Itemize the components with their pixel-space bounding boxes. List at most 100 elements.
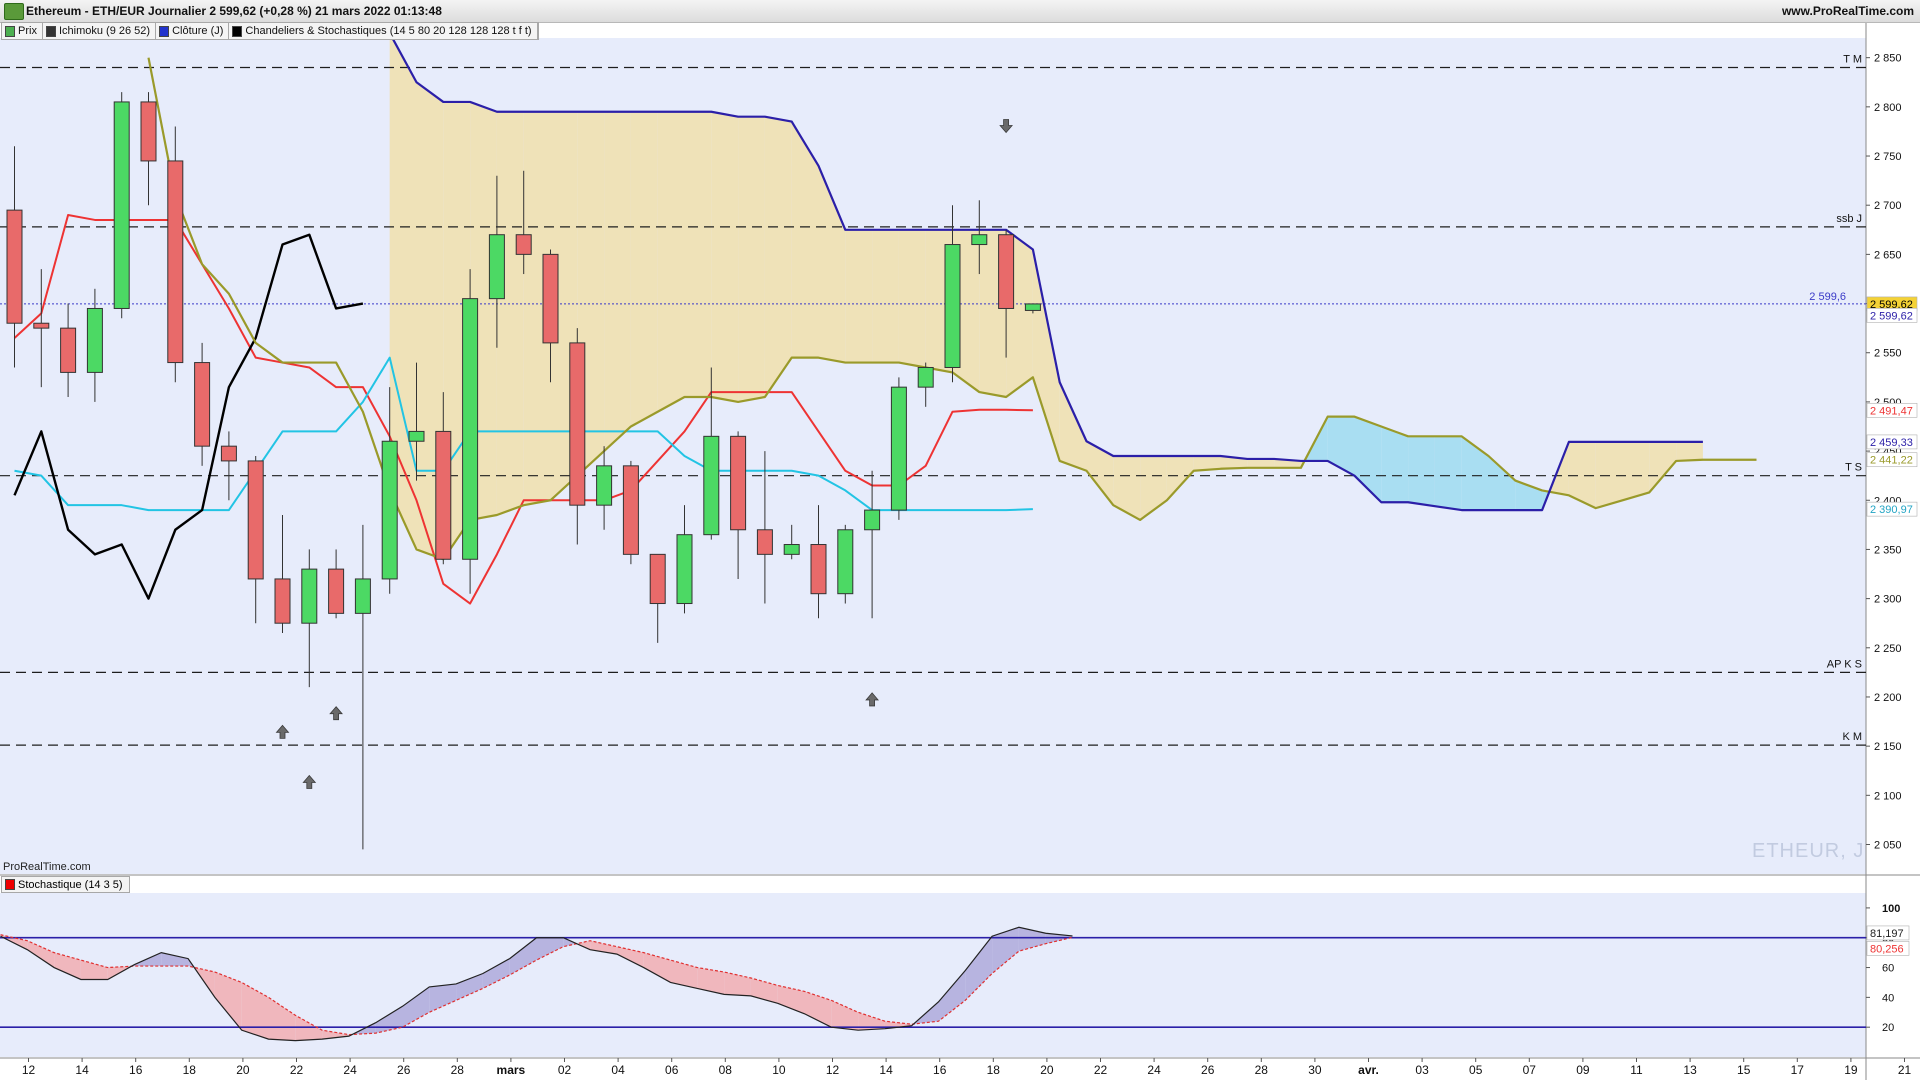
x-tick-label: 02: [558, 1063, 572, 1077]
legend-item-price[interactable]: Prix: [2, 23, 43, 39]
symbol-watermark: ETHEUR, J: [1752, 840, 1865, 862]
stoch-value-label: 81,197: [1870, 928, 1904, 940]
x-tick-label: 04: [611, 1063, 625, 1077]
x-tick-label: 14: [879, 1063, 893, 1077]
candle-bull: [703, 435, 720, 536]
kumo-segment: [657, 111, 685, 412]
x-tick-label: 16: [129, 1063, 143, 1077]
candle-bull: [381, 440, 398, 580]
candle-bull: [944, 244, 961, 368]
y-tick-label: 2 850: [1874, 53, 1902, 65]
y-tick-label: 2 050: [1874, 839, 1902, 851]
site-link[interactable]: www.ProRealTime.com: [1782, 4, 1914, 18]
candle-bear: [140, 101, 157, 162]
stoch-value-label: 80,256: [1870, 943, 1904, 955]
candle-bear: [810, 544, 827, 595]
level-label: T S: [1845, 462, 1862, 474]
x-tick-label: 12: [826, 1063, 840, 1077]
y-tick-label: 2 250: [1874, 643, 1902, 655]
candle-bull: [676, 534, 693, 605]
x-tick-label: 22: [290, 1063, 304, 1077]
candle-bull: [917, 366, 934, 388]
candle-bull: [301, 568, 318, 624]
x-tick-label: 20: [236, 1063, 250, 1077]
kumo-segment: [711, 111, 739, 402]
y-tick-label: 2 100: [1874, 790, 1902, 802]
x-tick-label: 21: [1898, 1063, 1912, 1077]
candle-bull: [113, 101, 130, 309]
chart-title: Ethereum - ETH/EUR Journalier 2 599,62 (…: [26, 4, 442, 18]
y-tick-label: 2 800: [1874, 102, 1902, 114]
price-tag-label: 2 491,47: [1870, 405, 1913, 417]
kumo-segment: [872, 229, 899, 363]
x-tick-label: 16: [933, 1063, 947, 1077]
kumo-segment: [1381, 426, 1409, 503]
kumo-segment: [496, 111, 524, 516]
brand-label: ProRealTime.com: [3, 861, 91, 873]
kumo-segment: [1676, 441, 1703, 461]
kumo-segment: [684, 111, 712, 397]
x-tick-label: 03: [1415, 1063, 1429, 1077]
x-tick-label: 28: [451, 1063, 465, 1077]
candle-bull: [890, 386, 907, 511]
stoch-y-tick-label: 40: [1882, 992, 1894, 1004]
level-label: T M: [1843, 54, 1862, 66]
candle-bear: [542, 253, 559, 344]
indicator-legend: Prix Ichimoku (9 26 52) Clôture (J) Chan…: [1, 22, 539, 40]
candle-bull: [837, 529, 854, 595]
candle-bear: [220, 445, 237, 462]
kumo-segment: [1622, 441, 1650, 501]
stoch-y-tick-label: 60: [1882, 963, 1894, 975]
stoch-swatch-icon: [5, 879, 15, 890]
x-tick-label: 14: [75, 1063, 89, 1077]
legend-item-close[interactable]: Clôture (J): [156, 23, 230, 39]
ichimoku-swatch-icon: [45, 25, 56, 37]
x-tick-label: 18: [183, 1063, 197, 1077]
candle-bear: [274, 578, 291, 624]
y-tick-label: 2 200: [1874, 692, 1902, 704]
kumo-segment: [764, 116, 792, 397]
x-tick-label: avr.: [1358, 1063, 1379, 1077]
legend-item-ichimoku[interactable]: Ichimoku (9 26 52): [43, 23, 157, 39]
kumo-segment: [1434, 436, 1462, 511]
candle-bear: [33, 322, 50, 329]
candle-bull: [354, 578, 371, 614]
x-tick-label: 26: [1201, 1063, 1215, 1077]
x-tick-label: 30: [1308, 1063, 1322, 1077]
app-logo-icon: [4, 3, 24, 20]
x-tick-label: 12: [22, 1063, 36, 1077]
candle-bull: [1024, 303, 1041, 311]
candle-bull: [971, 234, 988, 246]
x-tick-label: 22: [1094, 1063, 1108, 1077]
x-tick-label: 15: [1737, 1063, 1751, 1077]
candle-bear: [60, 327, 77, 373]
candle-bear: [756, 529, 773, 555]
candle-bull: [783, 544, 800, 555]
candle-bull: [86, 307, 103, 373]
candle-bear: [247, 460, 264, 580]
x-tick-label: 13: [1683, 1063, 1697, 1077]
x-tick-label: 24: [1147, 1063, 1161, 1077]
candle-bear: [328, 568, 345, 614]
x-tick-label: 05: [1469, 1063, 1483, 1077]
y-tick-label: 2 350: [1874, 544, 1902, 556]
x-tick-label: 08: [719, 1063, 733, 1077]
x-tick-label: 20: [1040, 1063, 1054, 1077]
level-label: K M: [1842, 731, 1862, 743]
kumo-segment: [630, 111, 658, 427]
level-label: AP K S: [1827, 658, 1862, 670]
x-tick-label: 09: [1576, 1063, 1590, 1077]
stoch-panel-label[interactable]: Stochastique (14 3 5): [1, 876, 130, 893]
candle-bear: [569, 342, 586, 506]
chart-canvas[interactable]: T Mssb JT SAP K SK M2 599,62 0502 1002 1…: [0, 0, 1920, 1080]
kumo-segment: [1408, 436, 1435, 507]
x-tick-label: 17: [1791, 1063, 1805, 1077]
candle-bear: [194, 362, 211, 447]
x-tick-label: 19: [1844, 1063, 1858, 1077]
price-tag-label: 2 599,62: [1870, 310, 1913, 322]
candle-bull: [864, 509, 881, 531]
legend-item-candles-stoch[interactable]: Chandeliers & Stochastiques (14 5 80 20 …: [229, 23, 538, 39]
y-tick-label: 2 650: [1874, 249, 1902, 261]
close-swatch-icon: [159, 25, 170, 37]
x-tick-label: 10: [772, 1063, 786, 1077]
